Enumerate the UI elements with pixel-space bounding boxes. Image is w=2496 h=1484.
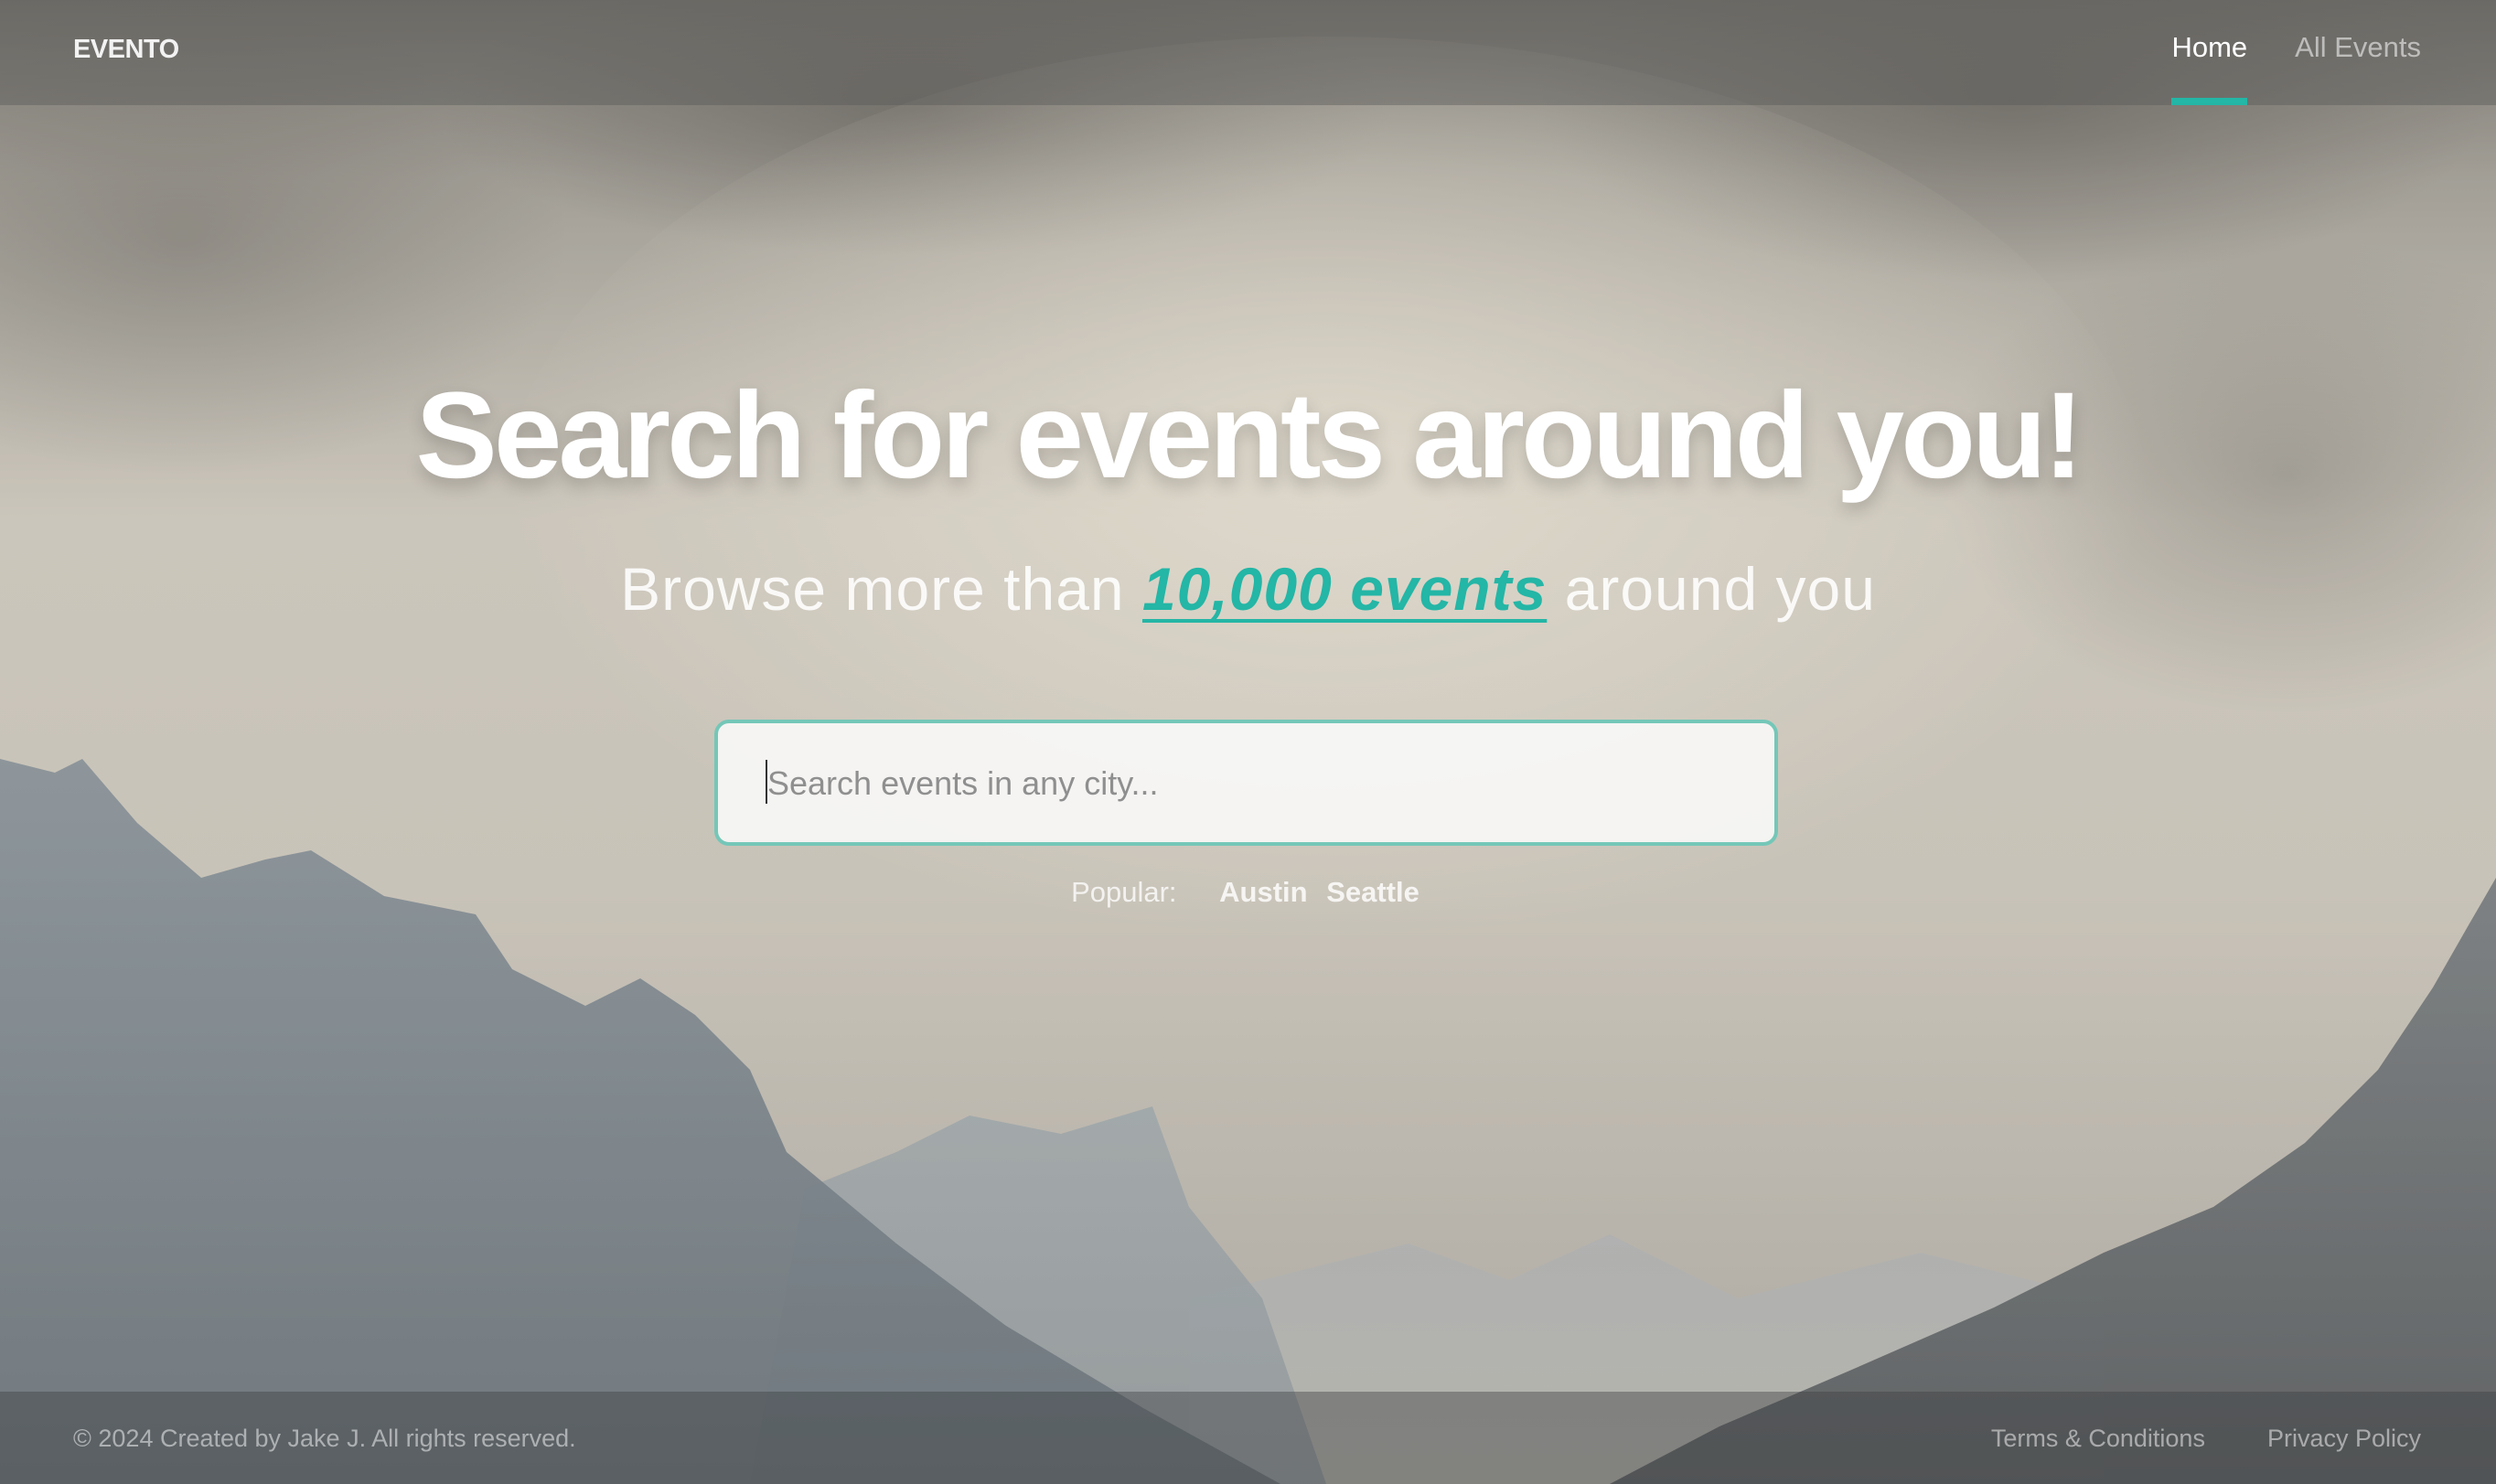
popular-city-seattle[interactable]: Seattle [1326,876,1419,908]
text-caret [766,760,767,804]
nav-all-events-link[interactable]: All Events [2295,31,2421,105]
footer-links: Terms & Conditions Privacy Policy [1991,1425,2421,1453]
hero-subtitle-prefix: Browse more than [620,555,1142,623]
main-nav: Home All Events [2171,0,2421,105]
hero-title: Search for events around you! [415,368,2084,504]
city-search-input[interactable] [766,723,1739,844]
nav-home-link[interactable]: Home [2171,31,2247,105]
popular-cities: Popular: Austin Seattle [0,876,2496,909]
hero-subtitle: Browse more than 10,000 events around yo… [0,554,2496,624]
copyright-text: © 2024 Created by Jake J. All rights res… [73,1425,576,1452]
page: EVENTO Home All Events Search for events… [0,0,2496,1484]
search-box [714,720,1778,846]
site-header: EVENTO Home All Events [0,0,2496,105]
terms-link[interactable]: Terms & Conditions [1991,1425,2205,1453]
events-count-link[interactable]: 10,000 events [1142,555,1547,623]
site-footer: © 2024 Created by Jake J. All rights res… [0,1392,2496,1484]
privacy-link[interactable]: Privacy Policy [2267,1425,2421,1453]
hero-subtitle-suffix: around you [1547,555,1876,623]
popular-label: Popular: [1071,876,1177,908]
popular-city-austin[interactable]: Austin [1219,876,1307,908]
site-logo[interactable]: EVENTO [73,35,179,65]
